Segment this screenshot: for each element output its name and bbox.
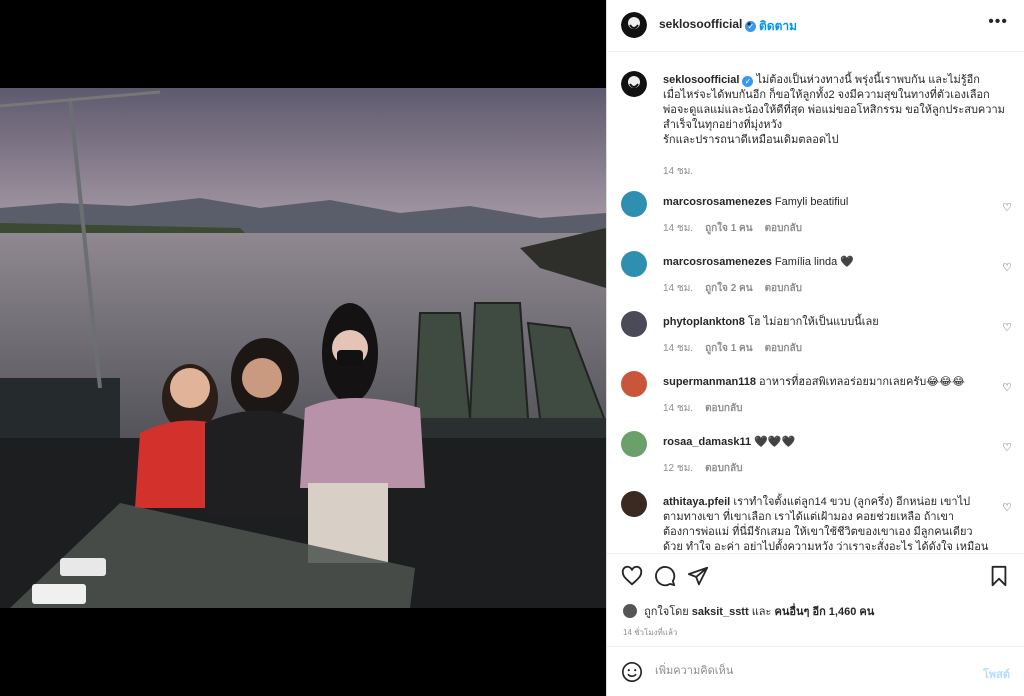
commenter-avatar[interactable] bbox=[621, 371, 647, 397]
likes-summary: ถูกใจโดย saksit_sstt และ คนอื่นๆ อีก 1,4… bbox=[623, 602, 874, 620]
reply-button[interactable]: ตอบกลับ bbox=[705, 403, 742, 414]
post-timestamp: 14 ชั่วโมงที่แล้ว bbox=[623, 628, 678, 637]
author-avatar[interactable] bbox=[621, 12, 647, 38]
comments-list[interactable]: seklosoofficial ✓ ไม่ต้องเป็นห่วงทางนี้ พ… bbox=[607, 53, 1024, 553]
caption-line: เมื่อไหร่จะได้พบกันอีก ก็ขอให้ลูกทั้ง2 จ… bbox=[663, 89, 990, 101]
caption-line: พ่อจะดูแลแม่และน้องให้ดีที่สุด พ่อแม่ขออ… bbox=[663, 104, 1005, 116]
post-photo[interactable] bbox=[0, 88, 606, 608]
comment-text: rosaa_damask11 🖤🖤🖤 bbox=[663, 435, 993, 450]
comment-like-heart-icon[interactable]: ♡ bbox=[1002, 201, 1012, 214]
likes-prefix: ถูกใจโดย bbox=[644, 606, 689, 618]
action-bar bbox=[607, 553, 1024, 598]
comment-like-heart-icon[interactable]: ♡ bbox=[1002, 321, 1012, 334]
heart-icon[interactable] bbox=[621, 565, 643, 587]
comment-text: athitaya.pfeil เราทำใจตั้งแต่ลูก14 ขวบ (… bbox=[663, 495, 993, 553]
commenter-avatar[interactable] bbox=[621, 251, 647, 277]
comment-meta: 12 ชม. ตอบกลับ bbox=[663, 461, 754, 476]
commenter-avatar[interactable] bbox=[621, 311, 647, 337]
verified-icon: ✓ bbox=[742, 76, 754, 87]
commenter-avatar[interactable] bbox=[621, 491, 647, 517]
comment-body: อาหารที่ฮอสพิเทลอร่อยมากเลยครับ😂😂😂 bbox=[759, 376, 965, 388]
comment-meta: 14 ชม. ถูกใจ 2 คน ตอบกลับ bbox=[663, 281, 814, 296]
comment-body: โฮ ไม่อยากให้เป็นแบบนี้เลย bbox=[747, 316, 879, 328]
commenter-avatar[interactable] bbox=[621, 431, 647, 457]
comment-item: marcosrosamenezes Família linda 🖤 14 ชม.… bbox=[607, 251, 1024, 309]
reply-button[interactable]: ตอบกลับ bbox=[765, 223, 802, 234]
comment-input[interactable] bbox=[655, 660, 955, 682]
post-modal: seklosoofficial ✓ • ติดตาม ••• seklosooff… bbox=[0, 0, 1024, 696]
comment-text: supermanman118 อาหารที่ฮอสพิเทลอร่อยมากเ… bbox=[663, 375, 993, 390]
caption-time: 14 ชม. bbox=[663, 166, 694, 177]
comment-text: phytoplankton8 โฮ ไม่อยากให้เป็นแบบนี้เล… bbox=[663, 315, 993, 330]
liker-avatar bbox=[623, 604, 637, 618]
reply-button[interactable]: ตอบกลับ bbox=[765, 283, 802, 294]
comment-likes[interactable]: ถูกใจ 1 คน bbox=[705, 343, 753, 354]
add-comment-bar: โพสต์ bbox=[607, 646, 1024, 696]
comment-item: supermanman118 อาหารที่ฮอสพิเทลอร่อยมากเ… bbox=[607, 371, 1024, 429]
commenter-username[interactable]: marcosrosamenezes bbox=[663, 196, 772, 208]
comment-item: phytoplankton8 โฮ ไม่อยากให้เป็นแบบนี้เล… bbox=[607, 311, 1024, 369]
post-header: seklosoofficial ✓ • ติดตาม ••• bbox=[607, 0, 1024, 52]
send-icon[interactable] bbox=[687, 565, 709, 587]
separator-dot: • bbox=[747, 17, 752, 31]
comment-time: 12 ชม. bbox=[663, 463, 694, 474]
reply-button[interactable]: ตอบกลับ bbox=[765, 343, 802, 354]
comment-item: rosaa_damask11 🖤🖤🖤 12 ชม. ตอบกลับ ♡ bbox=[607, 431, 1024, 489]
caption-body: seklosoofficial ✓ ไม่ต้องเป็นห่วงทางนี้ พ… bbox=[663, 73, 1013, 179]
commenter-avatar[interactable] bbox=[621, 191, 647, 217]
comment-body: 🖤🖤🖤 bbox=[754, 436, 796, 448]
commenter-username[interactable]: marcosrosamenezes bbox=[663, 256, 772, 268]
comment-like-heart-icon[interactable]: ♡ bbox=[1002, 381, 1012, 394]
caption-avatar[interactable] bbox=[621, 71, 647, 97]
comment-like-heart-icon[interactable]: ♡ bbox=[1002, 501, 1012, 514]
comment-time: 14 ชม. bbox=[663, 283, 694, 294]
commenter-username[interactable]: supermanman118 bbox=[663, 376, 756, 388]
follow-button[interactable]: ติดตาม bbox=[759, 17, 797, 36]
comment-time: 14 ชม. bbox=[663, 403, 694, 414]
caption-line: รักและปรารถนาดีเหมือนเดิมตลอดไป bbox=[663, 134, 839, 146]
comment-body: Famyli beatifiul bbox=[774, 196, 849, 208]
comment-like-heart-icon[interactable]: ♡ bbox=[1002, 441, 1012, 454]
comment-text: marcosrosamenezes Famyli beatifiul bbox=[663, 195, 993, 210]
comment-item: athitaya.pfeil เราทำใจตั้งแต่ลูก14 ขวบ (… bbox=[607, 491, 1024, 553]
comment-text: marcosrosamenezes Família linda 🖤 bbox=[663, 255, 993, 270]
comment-body: Família linda 🖤 bbox=[774, 256, 855, 268]
author-username-text[interactable]: seklosoofficial bbox=[659, 17, 742, 31]
caption-line: ไม่ต้องเป็นห่วงทางนี้ พรุ่งนี้เราพบกัน แ… bbox=[756, 74, 980, 86]
photo-scene bbox=[0, 88, 606, 608]
comments-panel: seklosoofficial ✓ • ติดตาม ••• seklosooff… bbox=[606, 0, 1024, 696]
emoji-icon[interactable] bbox=[621, 661, 643, 683]
comment-likes[interactable]: ถูกใจ 2 คน bbox=[705, 283, 753, 294]
comment-time: 14 ชม. bbox=[663, 223, 694, 234]
caption-line: สำเร็จในทุกอย่างที่มุ่งหวัง bbox=[663, 119, 783, 131]
comment-icon[interactable] bbox=[654, 565, 676, 587]
caption-meta: 14 ชม. bbox=[663, 164, 1013, 179]
comment-meta: 14 ชม. ถูกใจ 1 คน ตอบกลับ bbox=[663, 341, 814, 356]
more-options-icon[interactable]: ••• bbox=[988, 13, 1008, 31]
comment-meta: 14 ชม. ถูกใจ 1 คน ตอบกลับ bbox=[663, 221, 814, 236]
bookmark-icon[interactable] bbox=[988, 565, 1010, 587]
liker-username[interactable]: saksit_sstt bbox=[692, 606, 749, 618]
photo-area bbox=[0, 0, 606, 696]
reply-button[interactable]: ตอบกลับ bbox=[705, 463, 742, 474]
comment-item: marcosrosamenezes Famyli beatifiul 14 ชม… bbox=[607, 191, 1024, 249]
likes-and: และ bbox=[751, 606, 772, 618]
likes-others[interactable]: คนอื่นๆ อีก 1,460 คน bbox=[775, 606, 875, 618]
comment-meta: 14 ชม. ตอบกลับ bbox=[663, 401, 754, 416]
post-comment-button[interactable]: โพสต์ bbox=[983, 665, 1010, 683]
comment-time: 14 ชม. bbox=[663, 343, 694, 354]
commenter-username[interactable]: phytoplankton8 bbox=[663, 316, 745, 328]
commenter-username[interactable]: athitaya.pfeil bbox=[663, 496, 730, 508]
caption-username[interactable]: seklosoofficial bbox=[663, 74, 739, 86]
comment-like-heart-icon[interactable]: ♡ bbox=[1002, 261, 1012, 274]
comment-likes[interactable]: ถูกใจ 1 คน bbox=[705, 223, 753, 234]
commenter-username[interactable]: rosaa_damask11 bbox=[663, 436, 751, 448]
author-username[interactable]: seklosoofficial ✓ bbox=[659, 17, 757, 32]
